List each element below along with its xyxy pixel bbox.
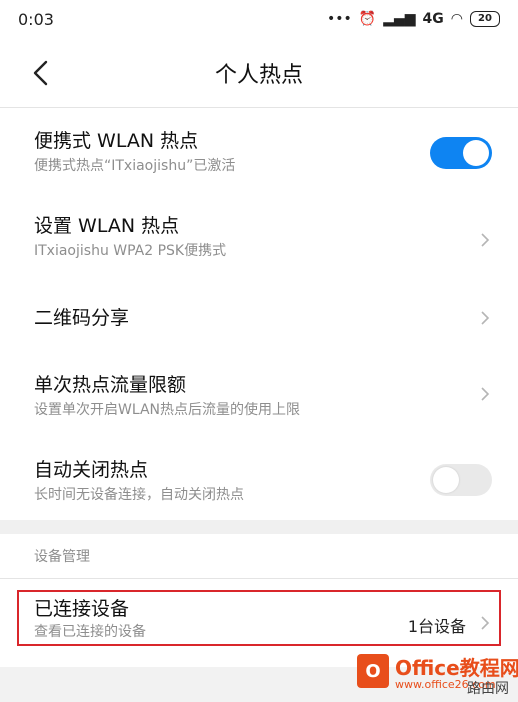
section-separator xyxy=(0,520,518,534)
status-bar: 0:03 ••• ⏰ ▂▄▆ 4G ◠ 20 xyxy=(0,0,518,38)
more-dots-icon: ••• xyxy=(327,11,352,27)
battery-icon: 20 xyxy=(470,11,500,27)
toggle-knob xyxy=(433,467,459,493)
chevron-right-icon xyxy=(481,233,490,247)
highlight-annotation-box xyxy=(17,590,501,646)
page-header: 个人热点 xyxy=(0,38,518,108)
signal-icon: ▂▄▆ xyxy=(383,11,416,27)
row-configure-wlan-hotspot[interactable]: 设置 WLAN 热点 ITxiaojishu WPA2 PSK便携式 xyxy=(0,214,518,280)
row-subtitle: 设置单次开启WLAN热点后流量的使用上限 xyxy=(34,402,301,418)
toggle-knob xyxy=(463,140,489,166)
page-title: 个人热点 xyxy=(214,63,303,88)
header-divider xyxy=(0,107,518,108)
row-auto-turn-off-hotspot[interactable]: 自动关闭热点 长时间无设备连接，自动关闭热点 xyxy=(0,458,518,524)
watermark: O Office教程网 www.office26.com 路由网 xyxy=(355,650,518,700)
network-type-label: 4G xyxy=(422,11,444,27)
status-time: 0:03 xyxy=(18,9,54,29)
office-logo-icon: O xyxy=(357,654,389,688)
row-title: 二维码分享 xyxy=(34,307,130,329)
row-subtitle: ITxiaojishu WPA2 PSK便携式 xyxy=(34,243,227,259)
chevron-left-icon xyxy=(33,60,48,86)
battery-level: 20 xyxy=(478,13,492,24)
hotspot-toggle[interactable] xyxy=(430,137,492,169)
back-button[interactable] xyxy=(26,58,56,88)
auto-off-toggle[interactable] xyxy=(430,464,492,496)
wifi-icon: ◠ xyxy=(450,11,463,27)
section-label-device-management: 设备管理 xyxy=(34,549,90,565)
watermark-name: Office教程网 xyxy=(395,656,518,680)
chevron-right-icon xyxy=(481,387,490,401)
section-divider xyxy=(0,578,518,579)
status-icons: ••• ⏰ ▂▄▆ 4G ◠ 20 xyxy=(327,11,500,27)
row-title: 单次热点流量限额 xyxy=(34,374,187,396)
alarm-icon: ⏰ xyxy=(358,11,377,27)
chevron-right-icon xyxy=(481,311,490,325)
row-qr-code-share[interactable]: 二维码分享 xyxy=(0,306,518,334)
row-portable-wlan-hotspot[interactable]: 便携式 WLAN 热点 便携式热点“ITxiaojishu”已激活 xyxy=(0,129,518,195)
row-data-limit[interactable]: 单次热点流量限额 设置单次开启WLAN热点后流量的使用上限 xyxy=(0,373,518,439)
watermark-corner-text: 路由网 xyxy=(467,681,509,697)
row-title: 设置 WLAN 热点 xyxy=(34,215,180,237)
